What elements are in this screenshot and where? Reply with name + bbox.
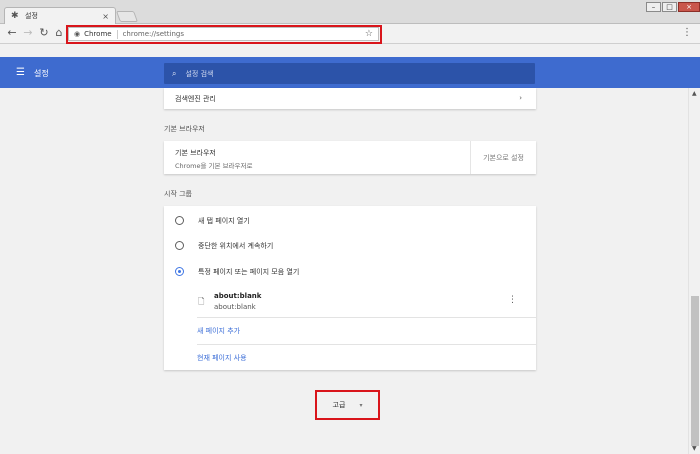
advanced-label: 고급 — [332, 401, 346, 409]
manage-search-engines-label: 검색엔진 관리 — [175, 94, 216, 103]
startup-option-label: 중단한 위치에서 계속하기 — [198, 241, 274, 250]
scroll-down-icon[interactable]: ▼ — [692, 445, 697, 452]
search-engine-card: 검색엔진 관리 › — [164, 88, 536, 109]
tab-strip: ✱ 설정 × – □ × — [0, 0, 700, 24]
maximize-window-icon[interactable]: □ — [662, 2, 677, 12]
on-startup-heading: 시작 그룹 — [164, 190, 192, 198]
manage-search-engines-row[interactable]: 검색엔진 관리 › — [164, 88, 536, 109]
default-browser-heading: 기본 브라우저 — [164, 125, 205, 133]
search-input[interactable] — [185, 69, 486, 78]
divider — [197, 344, 536, 345]
minimize-window-icon[interactable]: – — [646, 2, 661, 12]
add-page-link[interactable]: 새 페이지 추가 — [197, 326, 240, 336]
reload-icon[interactable]: ↻ — [38, 27, 50, 39]
startup-option-new-tab[interactable]: 새 탭 페이지 열기 — [164, 212, 536, 229]
settings-search[interactable]: ⌕ — [164, 63, 535, 84]
scroll-up-icon[interactable]: ▲ — [692, 90, 697, 97]
startup-page-url: about:blank — [214, 303, 256, 311]
divider — [197, 317, 536, 318]
search-icon: ⌕ — [172, 68, 177, 78]
window-controls: – □ × — [646, 2, 700, 12]
back-arrow-icon[interactable]: ← — [6, 27, 18, 39]
startup-option-label: 새 탭 페이지 열기 — [198, 216, 250, 225]
startup-page-title: about:blank — [214, 292, 262, 300]
chevron-right-icon: › — [519, 94, 522, 102]
more-vert-icon[interactable]: ⋮ — [682, 27, 692, 38]
settings-header: ☰ 설정 ⌕ — [0, 57, 700, 88]
startup-option-continue[interactable]: 중단한 위치에서 계속하기 — [164, 237, 536, 254]
use-current-pages-link[interactable]: 현재 페이지 사용 — [197, 353, 247, 363]
default-browser-title: 기본 브라우저 — [175, 149, 216, 157]
on-startup-card: 새 탭 페이지 열기 중단한 위치에서 계속하기 특정 페이지 또는 페이지 모… — [164, 206, 536, 370]
scrollbar-thumb[interactable] — [691, 296, 699, 446]
page-title: 설정 — [34, 69, 49, 78]
tab-close-icon[interactable]: × — [102, 12, 109, 21]
default-browser-card: 기본 브라우저 Chrome을 기본 브라우저로 기본으로 설정 — [164, 141, 536, 174]
address-bar-highlight — [66, 25, 382, 44]
gear-icon: ✱ — [11, 10, 19, 21]
startup-option-specific-pages[interactable]: 특정 페이지 또는 페이지 모음 열기 — [164, 263, 536, 280]
hamburger-icon[interactable]: ☰ — [16, 67, 25, 78]
radio-button[interactable] — [175, 241, 184, 250]
make-default-button[interactable]: 기본으로 설정 — [470, 141, 536, 174]
radio-button[interactable] — [175, 216, 184, 225]
scrollbar[interactable]: ▲ ▼ — [688, 88, 700, 454]
tab-title: 설정 — [25, 12, 38, 20]
startup-option-label: 특정 페이지 또는 페이지 모음 열기 — [198, 267, 300, 276]
more-vert-icon[interactable]: ⋮ — [508, 295, 517, 305]
default-browser-subtitle: Chrome을 기본 브라우저로 — [175, 162, 253, 170]
tab-settings[interactable]: ✱ 설정 × — [4, 7, 116, 24]
home-icon[interactable]: ⌂ — [53, 27, 65, 39]
radio-button-checked[interactable] — [175, 267, 184, 276]
close-window-icon[interactable]: × — [678, 2, 700, 12]
file-icon: 🗋 — [198, 297, 205, 306]
forward-arrow-icon[interactable]: → — [22, 27, 34, 39]
chevron-down-icon: ▾ — [359, 401, 363, 409]
new-tab-button[interactable] — [115, 11, 139, 22]
advanced-button[interactable]: 고급 ▾ — [315, 390, 380, 420]
